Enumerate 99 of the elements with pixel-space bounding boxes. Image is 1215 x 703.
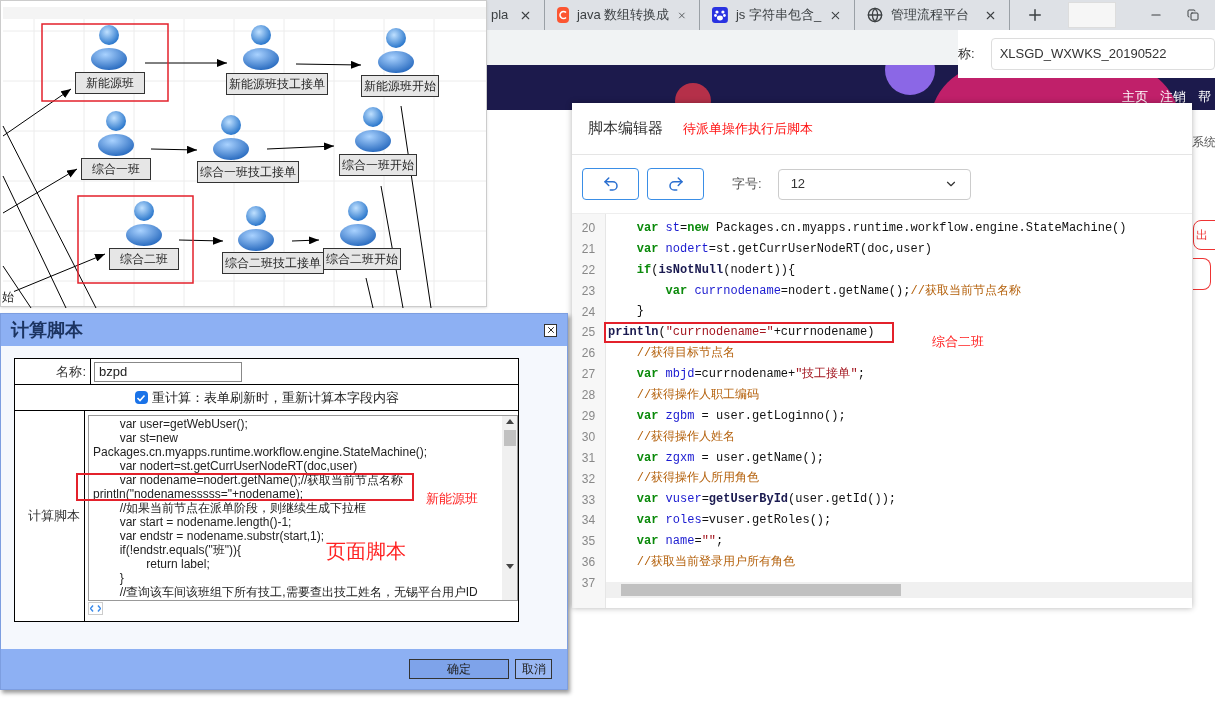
line-number: 22 (580, 261, 597, 279)
user-icon (213, 115, 249, 160)
dialog-title: 计算脚本 (11, 318, 83, 342)
annotation-text: 页面脚本 (326, 539, 406, 564)
globe-icon (867, 7, 883, 23)
scroll-down-icon[interactable] (505, 564, 514, 569)
line-number: 26 (580, 345, 597, 363)
line-number: 34 (580, 512, 597, 530)
line-number: 31 (580, 449, 597, 467)
code-line: var st=new Packages.cn.myapps.runtime.workflow.engine.StateMachine() (635, 219, 1127, 237)
nav-link[interactable]: 帮 (1198, 86, 1211, 106)
ok-button[interactable]: 确定 (409, 659, 509, 679)
code-line: } (635, 303, 644, 321)
side-text: 系统 (1192, 134, 1215, 151)
paw-icon (712, 7, 728, 23)
arrow (150, 145, 198, 154)
user-icon (243, 25, 279, 70)
user-icon (91, 25, 127, 70)
editor-title: 脚本编辑器 (588, 118, 663, 139)
side-button[interactable]: 出 (1193, 220, 1215, 250)
annotation-text: 新能源班 (426, 490, 478, 508)
field-label: 称: (958, 45, 975, 64)
node-label[interactable]: 综合二班 (109, 248, 179, 270)
font-size-label: 字号: (732, 175, 762, 194)
code-line: //获得操作人所用角色 (635, 470, 760, 488)
line-number: 29 (580, 408, 597, 425)
field-label: 计算脚本 (28, 507, 80, 526)
restore-icon[interactable] (1187, 9, 1199, 21)
node-label[interactable]: 综合二班开始 (323, 248, 401, 270)
user-icon (238, 206, 274, 251)
code-line: //获得操作人职工编码 (635, 386, 760, 404)
code-line: //获得目标节点名 (635, 345, 736, 363)
undo-button[interactable] (582, 168, 639, 200)
code-line: //获得操作人姓名 (635, 428, 736, 446)
line-number: 28 (580, 387, 597, 405)
user-icon (355, 107, 391, 152)
arrow (295, 60, 362, 69)
field-label: 名称: (15, 359, 91, 384)
annotation-text: 综合二班 (932, 333, 984, 351)
redo-button[interactable] (647, 168, 704, 200)
nav-link[interactable]: 注销 (1160, 86, 1186, 106)
scrollbar-thumb[interactable] (503, 430, 516, 446)
font-size-select[interactable]: 12 (777, 168, 971, 200)
arrow (178, 236, 224, 245)
line-number: 27 (580, 366, 597, 384)
nav-link[interactable]: 主页 (1122, 86, 1148, 106)
node-label[interactable]: 新能源班技工接单 (226, 73, 328, 95)
arrow (291, 236, 320, 245)
user-icon (126, 201, 162, 246)
undo-icon[interactable] (601, 175, 620, 193)
line-number: 32 (580, 470, 597, 488)
node-label[interactable]: 综合一班技工接单 (197, 161, 299, 183)
new-tab-icon[interactable] (1026, 6, 1044, 24)
node-label[interactable]: 新能源班 (75, 72, 145, 94)
horizontal-scrollbar[interactable] (606, 582, 1192, 598)
node-label: 始 (2, 288, 14, 306)
code-line: println("currnodename="+currnodename) (608, 324, 875, 342)
line-number: 30 (580, 428, 597, 446)
node-label[interactable]: 综合一班开始 (339, 154, 417, 176)
code-line: var mbjd=currnodename+"技工接单"; (635, 366, 865, 384)
user-icon (340, 201, 376, 246)
line-number: 35 (580, 533, 597, 551)
name-field[interactable]: bzpd (94, 361, 242, 382)
node-label[interactable]: 综合二班技工接单 (222, 252, 324, 274)
vertical-scrollbar[interactable] (502, 416, 517, 600)
line-number: 24 (580, 303, 597, 321)
line-number: 37 (580, 575, 597, 593)
line-number: 25 (580, 324, 597, 342)
line-number: 33 (580, 491, 597, 509)
user-icon (378, 28, 414, 73)
c-logo-icon (557, 7, 569, 23)
line-number: 36 (580, 554, 597, 572)
code-line: if(isNotNull(nodert)){ (635, 261, 796, 279)
line-number: 23 (580, 282, 597, 300)
scroll-up-icon[interactable] (505, 419, 514, 424)
cancel-button[interactable]: 取消 (515, 659, 552, 679)
code-line: var name=""; (635, 533, 724, 551)
login-field[interactable]: XLSGD_WXWKS_20190522 (990, 38, 1215, 70)
code-line: var currnodename=nodert.getName();//获取当前节点名称 (664, 282, 1021, 300)
recalc-checkbox[interactable] (134, 391, 148, 404)
node-label[interactable]: 综合一班 (81, 158, 151, 180)
node-label[interactable]: 新能源班开始 (361, 75, 439, 97)
connector-line (365, 277, 374, 308)
code-line: var vuser=getUserById(user.getId()); (635, 491, 897, 509)
code-line: var zgbm = user.getLoginno(); (635, 407, 846, 425)
arrow (266, 142, 335, 151)
annotation-text: 待派单操作执行后脚本 (683, 119, 813, 138)
checkbox-label: 重计算：表单刷新时，重新计算本字段内容 (151, 388, 399, 407)
code-line: var zgxm = user.getName(); (635, 449, 825, 467)
line-number: 21 (580, 240, 597, 258)
side-button[interactable] (1193, 258, 1211, 290)
arrow (2, 88, 72, 137)
code-line: var roles=vuser.getRoles(); (635, 512, 832, 530)
user-icon (98, 111, 134, 156)
code-line: var nodert=st.getCurrUserNodeRT(doc,user) (635, 240, 933, 258)
redo-icon[interactable] (666, 175, 685, 193)
scrollbar-thumb[interactable] (621, 584, 901, 596)
code-line: //获取当前登录用户所有角色 (635, 553, 796, 571)
line-number: 20 (580, 220, 597, 237)
